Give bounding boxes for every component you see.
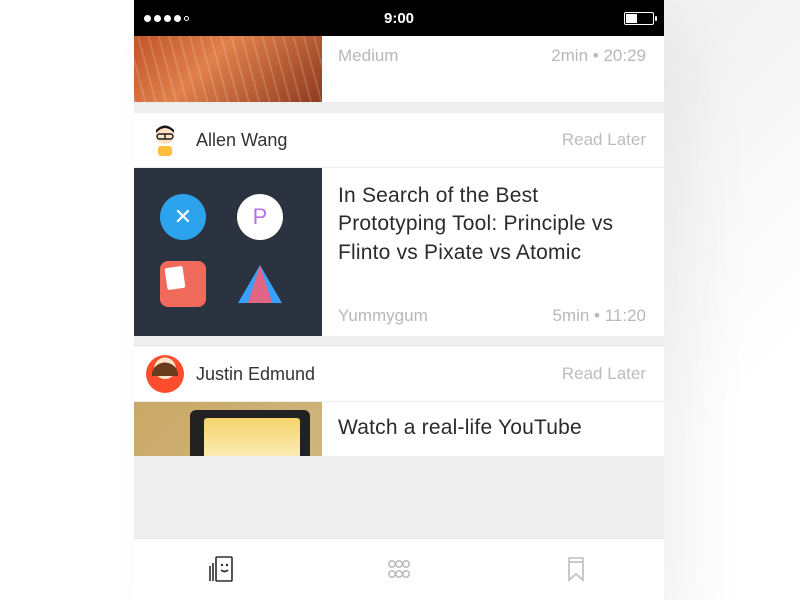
avatar[interactable] [146, 355, 184, 393]
article-card[interactable]: Justin Edmund Read Later Watch a real-li… [134, 346, 664, 456]
article-meta: 5min • 11:20 [552, 306, 646, 326]
article-title: Watch a real-life YouTube [338, 414, 646, 442]
phone-frame: 9:00 Medium 2min • 20:29 [134, 0, 664, 600]
tab-bar [134, 538, 664, 600]
author-row: Justin Edmund Read Later [134, 346, 664, 402]
battery-icon [624, 12, 654, 25]
author-name: Allen Wang [196, 130, 562, 151]
feed-scroll[interactable]: Medium 2min • 20:29 [134, 36, 664, 538]
article-meta: 2min • 20:29 [551, 46, 646, 66]
tab-feed[interactable] [202, 550, 242, 590]
read-later-button[interactable]: Read Later [562, 364, 646, 384]
app-icon [237, 261, 283, 307]
status-bar: 9:00 [134, 0, 664, 36]
app-icon [160, 261, 206, 307]
app-icon: P [237, 194, 283, 240]
article-thumbnail: ✕ P [134, 168, 322, 336]
article-card[interactable]: Medium 2min • 20:29 [134, 36, 664, 102]
signal-dots [144, 15, 189, 22]
article-thumbnail [134, 402, 322, 456]
article-title: In Search of the Best Prototyping Tool: … [338, 182, 646, 267]
author-row: Allen Wang Read Later [134, 112, 664, 168]
author-name: Justin Edmund [196, 364, 562, 385]
tab-bookmarks[interactable] [556, 550, 596, 590]
app-icon: ✕ [160, 194, 206, 240]
clock: 9:00 [384, 10, 414, 27]
tab-discover[interactable] [379, 550, 419, 590]
read-later-button[interactable]: Read Later [562, 130, 646, 150]
article-card[interactable]: Allen Wang Read Later ✕ P In Search of t… [134, 112, 664, 336]
avatar[interactable] [146, 121, 184, 159]
article-source: Medium [338, 46, 398, 66]
article-thumbnail [134, 36, 322, 102]
article-source: Yummygum [338, 306, 428, 326]
